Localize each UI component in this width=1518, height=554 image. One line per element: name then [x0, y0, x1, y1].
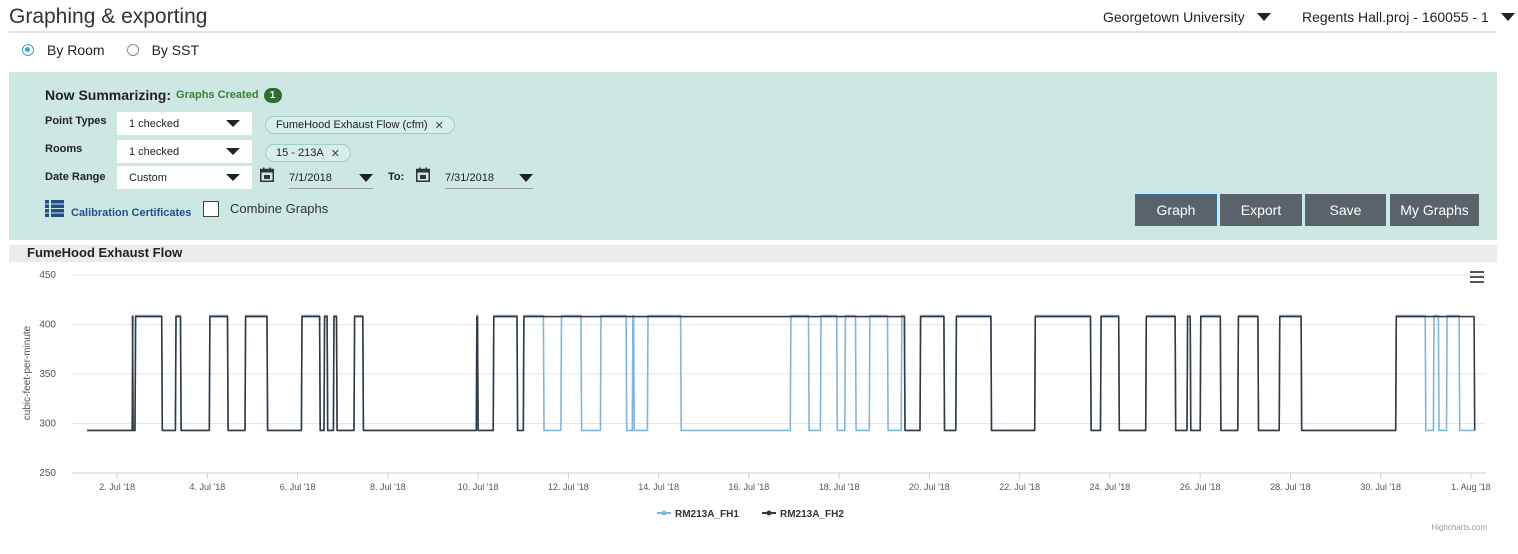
x-tick-label: 18. Jul '18: [819, 482, 860, 492]
to-label: To:: [388, 171, 405, 183]
y-tick-label: 400: [39, 320, 56, 331]
radio-by-sst-label: By SST: [151, 42, 200, 58]
rooms-label: Rooms: [45, 143, 83, 155]
summary-heading: Now Summarizing: Graphs Created 1: [45, 87, 282, 103]
room-tag-label: 15 - 213A: [276, 147, 324, 159]
start-date-value: 7/1/2018: [289, 171, 332, 184]
chevron-down-icon: [359, 173, 373, 182]
title-divider: [9, 31, 1496, 33]
end-date-value: 7/31/2018: [445, 171, 494, 184]
x-tick-label: 8. Jul '18: [370, 482, 406, 492]
x-axis: 2. Jul '18 4. Jul '18 6. Jul '18 8. Jul '18…: [99, 473, 1491, 492]
graphs-created-badge: 1: [263, 87, 282, 103]
legend-symbol-marker: [766, 510, 772, 516]
date-range-value: Custom: [129, 171, 167, 184]
y-axis: 450 400 350 300 250: [39, 270, 56, 479]
radio-by-sst[interactable]: By SST: [126, 42, 200, 58]
chart-gridlines: [72, 274, 1486, 474]
list-icon[interactable]: [45, 200, 64, 217]
graph-title: FumeHood Exhaust Flow: [27, 245, 183, 260]
graph-header-bar: [9, 245, 1497, 262]
graph-button[interactable]: Graph: [1135, 194, 1217, 226]
x-tick-label: 6. Jul '18: [280, 482, 316, 492]
project-label: Regents Hall.proj - 160055 - 1: [1302, 9, 1489, 25]
plot-area: [87, 314, 1476, 432]
x-tick-label: 26. Jul '18: [1180, 482, 1221, 492]
export-button[interactable]: Export: [1220, 194, 1302, 226]
chevron-down-icon: [1500, 13, 1515, 21]
chevron-down-icon: [226, 120, 240, 127]
fumehood-chart: 450 400 350 300 250 2. Jul '18 4. Jul '18 6. J…: [22, 270, 1491, 532]
point-types-label: Point Types: [45, 115, 107, 127]
radio-selected-icon: [22, 44, 34, 56]
x-tick-label: 4. Jul '18: [190, 482, 226, 492]
rooms-value: 1 checked: [129, 145, 180, 158]
chevron-down-icon: [1256, 13, 1271, 21]
x-tick-label: 14. Jul '18: [638, 482, 679, 492]
page-title: Graphing & exporting: [9, 5, 208, 28]
calibration-certificates-link[interactable]: Calibration Certificates: [71, 207, 191, 219]
view-mode-radios: By Room By SST: [22, 42, 199, 58]
remove-tag-icon[interactable]: ✕: [435, 119, 444, 132]
graphs-created-label: Graphs Created: [176, 89, 259, 101]
x-tick-label: 16. Jul '18: [729, 482, 770, 492]
organization-label: Georgetown University: [1103, 9, 1245, 25]
point-types-select[interactable]: 1 checked: [117, 112, 252, 135]
calendar-icon[interactable]: [260, 167, 274, 182]
highcharts-credits[interactable]: Highcharts.com: [1431, 523, 1487, 532]
x-tick-label: 12. Jul '18: [548, 482, 589, 492]
combine-graphs-label: Combine Graphs: [230, 201, 329, 216]
x-tick-label: 30. Jul '18: [1360, 482, 1401, 492]
chevron-down-icon: [519, 173, 533, 182]
export-menu-icon[interactable]: [1469, 270, 1485, 286]
y-tick-label: 350: [39, 369, 56, 380]
legend-item-label: RM213A_FH1: [675, 509, 739, 520]
start-date-field[interactable]: 7/1/2018: [289, 167, 373, 189]
x-tick-label: 1. Aug '18: [1451, 482, 1491, 492]
remove-tag-icon[interactable]: ✕: [331, 147, 340, 160]
y-axis-label: cubic-feet-per-minute: [22, 325, 33, 420]
combine-graphs-checkbox[interactable]: [203, 201, 219, 217]
y-tick-label: 300: [39, 419, 56, 430]
x-tick-label: 2. Jul '18: [99, 482, 135, 492]
end-date-field[interactable]: 7/31/2018: [445, 167, 533, 189]
point-type-tag-label: FumeHood Exhaust Flow (cfm): [276, 119, 428, 131]
radio-unselected-icon: [126, 44, 139, 56]
organization-dropdown[interactable]: Georgetown University: [1103, 9, 1271, 25]
x-tick-label: 10. Jul '18: [458, 482, 499, 492]
room-tag: 15 - 213A ✕: [265, 144, 351, 162]
radio-by-room-label: By Room: [47, 42, 105, 58]
project-dropdown[interactable]: Regents Hall.proj - 160055 - 1: [1302, 9, 1515, 25]
y-tick-label: 250: [39, 468, 56, 479]
series-line-fh1: [87, 314, 1475, 432]
x-tick-label: 20. Jul '18: [909, 482, 950, 492]
chevron-down-icon: [226, 148, 240, 155]
x-tick-label: 22. Jul '18: [999, 482, 1040, 492]
point-type-tag: FumeHood Exhaust Flow (cfm) ✕: [265, 116, 455, 134]
chart-legend: RM213A_FH1 RM213A_FH2: [657, 509, 844, 520]
calendar-icon[interactable]: [416, 167, 430, 182]
save-button[interactable]: Save: [1305, 194, 1386, 226]
date-range-select[interactable]: Custom: [117, 166, 252, 189]
date-range-label: Date Range: [45, 171, 106, 183]
point-types-value: 1 checked: [129, 117, 180, 130]
now-summarizing-label: Now Summarizing:: [45, 87, 172, 103]
legend-item-label: RM213A_FH2: [780, 509, 844, 520]
x-tick-label: 28. Jul '18: [1270, 482, 1311, 492]
radio-by-room[interactable]: By Room: [22, 42, 105, 58]
x-tick-label: 24. Jul '18: [1090, 482, 1131, 492]
legend-symbol-marker: [661, 510, 667, 516]
y-tick-label: 450: [39, 270, 56, 281]
my-graphs-button[interactable]: My Graphs: [1390, 194, 1479, 226]
rooms-select[interactable]: 1 checked: [117, 140, 252, 163]
chevron-down-icon: [226, 174, 240, 181]
